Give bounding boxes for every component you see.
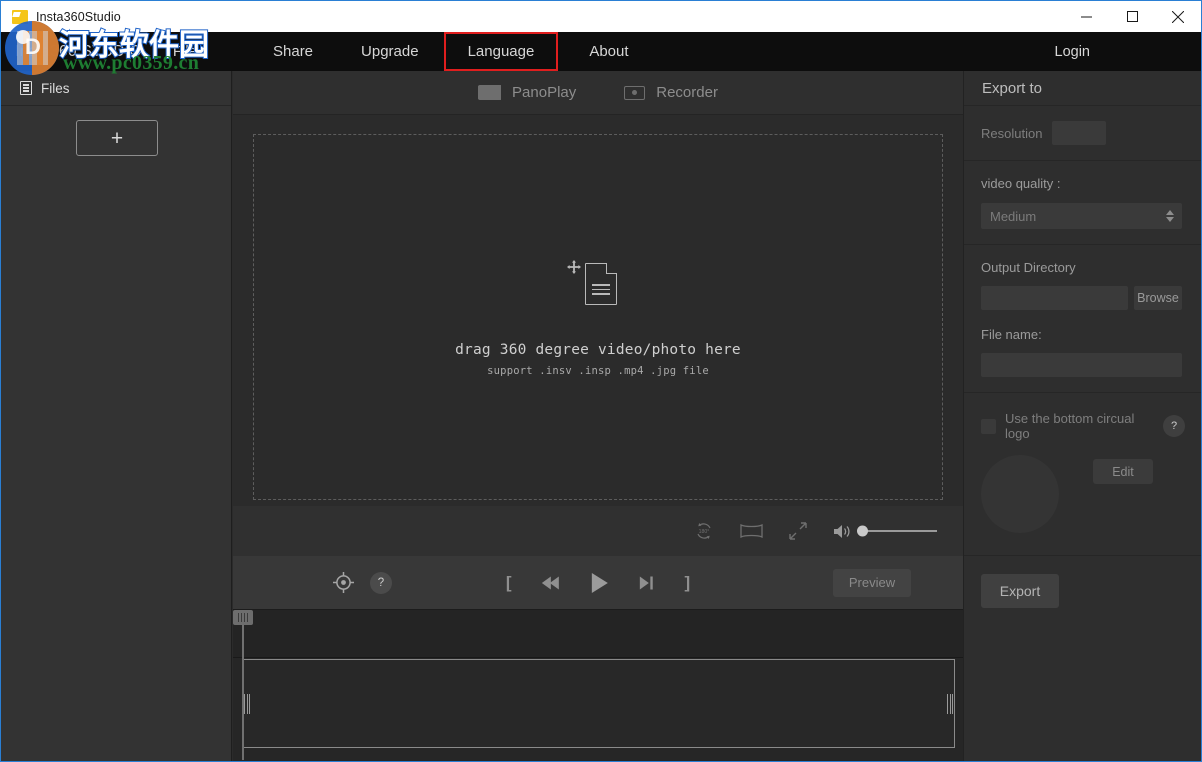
menu-bar: Insta360 STUDIO File Share Upgrade Langu…	[1, 32, 1201, 71]
export-panel-title: Export to	[964, 71, 1201, 106]
timeline-panel[interactable]	[233, 609, 963, 761]
tab-panoplay[interactable]: PanoPlay	[478, 84, 576, 101]
window-controls	[1063, 1, 1201, 32]
document-lines	[592, 284, 610, 295]
panorama-view-icon[interactable]	[740, 523, 763, 539]
bottom-logo-checkbox[interactable]	[981, 418, 996, 434]
logo-section: Use the bottom circual logo ? Edit	[964, 393, 1201, 556]
menu-item-language[interactable]: Language	[443, 32, 559, 71]
menu-items: File Share Upgrade Language About	[142, 32, 642, 71]
svg-text:180°: 180°	[699, 529, 710, 535]
trim-right-handle[interactable]	[947, 693, 953, 715]
volume-icon[interactable]	[833, 523, 852, 540]
viewer-toolbar: 180°	[233, 506, 963, 556]
list-icon	[20, 81, 32, 95]
move-cross-icon	[567, 259, 581, 274]
video-quality-label: video quality :	[981, 176, 1061, 191]
output-directory-label: Output Directory	[981, 260, 1076, 275]
volume-control[interactable]	[833, 523, 937, 540]
files-sidebar: Files +	[1, 71, 232, 761]
target-icon[interactable]	[333, 572, 354, 593]
export-panel: Export to Resolution video quality : Med…	[963, 71, 1201, 761]
resolution-section: Resolution	[964, 106, 1201, 161]
close-icon[interactable]	[1155, 1, 1201, 32]
browse-button[interactable]: Browse	[1134, 286, 1182, 310]
transport-bar: ? [ ] Preview	[233, 556, 963, 609]
export-action-section: Export	[964, 556, 1201, 623]
files-header-label: Files	[41, 80, 70, 96]
resolution-value-box[interactable]	[1052, 121, 1107, 145]
mark-out-button[interactable]: ]	[685, 573, 691, 593]
move-document-icon	[567, 258, 629, 320]
logo-preview-circle[interactable]	[981, 455, 1059, 533]
recorder-icon	[624, 85, 646, 100]
preview-button[interactable]: Preview	[833, 568, 911, 597]
timeline-ruler[interactable]	[233, 610, 963, 658]
transport-controls: [ ]	[506, 572, 690, 594]
document-shape-icon	[585, 262, 617, 305]
login-button[interactable]: Login	[1055, 44, 1090, 60]
dropzone-secondary-text: support .insv .insp .mp4 .jpg file	[487, 364, 709, 377]
minimize-icon[interactable]	[1063, 1, 1109, 32]
tab-recorder-label: Recorder	[656, 84, 718, 101]
playhead-grip[interactable]	[233, 610, 253, 625]
video-quality-section: video quality : Medium	[964, 161, 1201, 245]
menu-item-share[interactable]: Share	[260, 36, 326, 67]
viewer-stage: drag 360 degree video/photo here support…	[233, 115, 963, 506]
bottom-logo-label: Use the bottom circual logo	[1005, 411, 1135, 441]
help-button[interactable]: ?	[370, 571, 392, 594]
menu-item-about[interactable]: About	[576, 36, 641, 67]
add-file-button[interactable]: +	[76, 120, 158, 156]
volume-slider-track[interactable]	[857, 525, 937, 537]
panorama-screen-icon	[478, 85, 502, 100]
dropzone-primary-text: drag 360 degree video/photo here	[455, 341, 741, 358]
play-icon[interactable]	[590, 572, 610, 594]
tab-recorder[interactable]: Recorder	[624, 84, 718, 101]
menu-item-upgrade[interactable]: Upgrade	[348, 36, 432, 67]
folder-icon	[12, 9, 28, 24]
fullscreen-expand-icon[interactable]	[789, 522, 807, 540]
timeline-clip-region[interactable]	[242, 659, 955, 748]
file-dropzone[interactable]: drag 360 degree video/photo here support…	[253, 134, 943, 500]
tab-panoplay-label: PanoPlay	[512, 84, 577, 101]
skip-forward-icon[interactable]	[638, 575, 657, 591]
volume-slider-handle[interactable]	[857, 525, 868, 537]
video-quality-value: Medium	[990, 208, 1037, 224]
video-quality-select[interactable]: Medium	[981, 203, 1182, 229]
timeline-playhead[interactable]	[233, 610, 253, 760]
mode-tabstrip: PanoPlay Recorder	[233, 71, 963, 115]
rotate-180-icon[interactable]: 180°	[694, 521, 714, 541]
skip-back-icon[interactable]	[540, 575, 562, 591]
window-title: Insta360Studio	[36, 9, 121, 24]
mark-in-button[interactable]: [	[506, 573, 512, 593]
trim-left-handle[interactable]	[244, 693, 250, 715]
resolution-label: Resolution	[981, 125, 1043, 141]
export-button[interactable]: Export	[981, 574, 1059, 608]
app-brand-logo: Insta360 STUDIO	[15, 42, 142, 60]
maximize-icon[interactable]	[1109, 1, 1155, 32]
menu-item-file[interactable]: File	[160, 36, 210, 67]
edit-logo-button[interactable]: Edit	[1093, 459, 1153, 484]
transport-left-group: ?	[333, 571, 392, 594]
file-name-label: File name:	[981, 327, 1042, 342]
chevron-updown-icon	[1166, 210, 1174, 222]
logo-help-button[interactable]: ?	[1163, 415, 1185, 437]
file-name-input[interactable]	[981, 353, 1182, 377]
output-directory-input[interactable]	[981, 286, 1128, 310]
output-section: Output Directory Browse File name:	[964, 245, 1201, 393]
insta360-studio-window: Insta360Studio Insta360 STUDIO File Shar…	[0, 0, 1202, 762]
files-header: Files	[1, 71, 231, 106]
title-bar: Insta360Studio	[1, 1, 1201, 32]
